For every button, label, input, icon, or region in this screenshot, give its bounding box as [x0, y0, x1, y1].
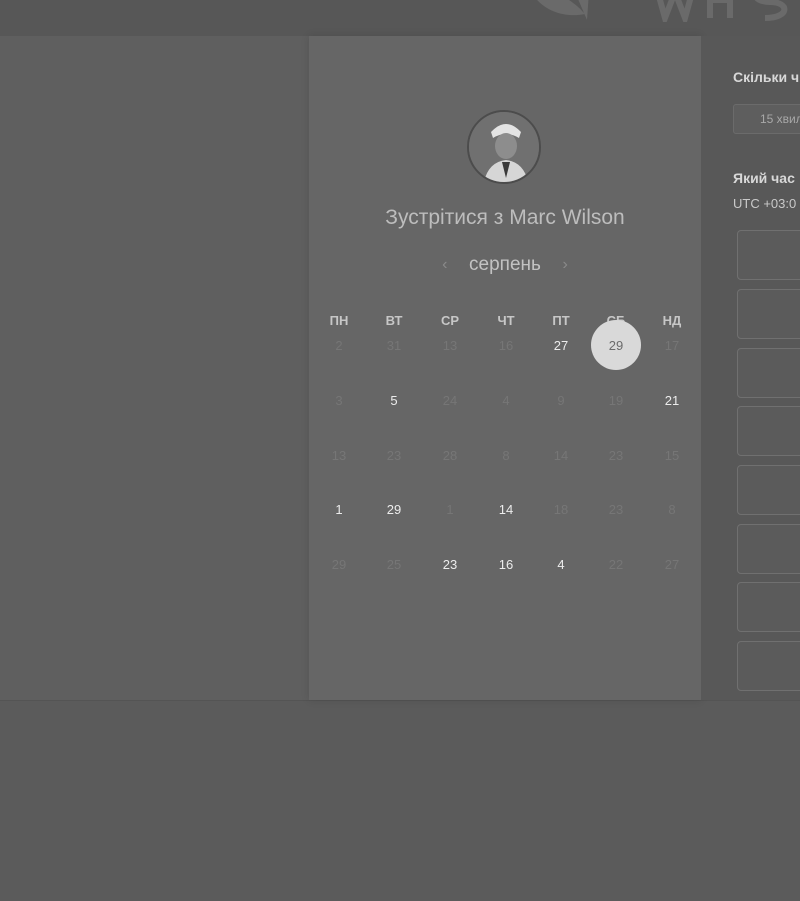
time-selection-panel: Скільки ч 15 хвил Який час UTC +03:0 — [701, 36, 800, 700]
meeting-title-prefix: Зустрітися з — [385, 206, 504, 229]
time-heading: Який час — [733, 170, 795, 186]
next-month-icon[interactable]: › — [554, 256, 576, 274]
calendar-day[interactable]: 14 — [481, 484, 531, 534]
time-slot-button[interactable] — [737, 641, 800, 691]
duration-heading: Скільки ч — [733, 69, 800, 85]
calendar-day: 27 — [664, 556, 680, 572]
calendar-day: 17 — [664, 337, 680, 353]
calendar-day: 13 — [442, 337, 458, 353]
calendar-day[interactable]: 16 — [481, 539, 531, 589]
calendar-day: 4 — [502, 392, 510, 408]
meeting-title: Зустрітися з Marc Wilson — [309, 206, 701, 230]
duration-select[interactable]: 15 хвил — [733, 104, 800, 134]
time-slot-button[interactable] — [737, 348, 800, 398]
time-slot-button[interactable] — [737, 582, 800, 632]
calendar-day: 15 — [664, 447, 680, 463]
month-label: серпень — [469, 254, 541, 275]
host-avatar — [467, 110, 541, 184]
time-slot-button[interactable] — [737, 524, 800, 574]
brand-logo — [537, 0, 788, 22]
calendar-day: 23 — [608, 447, 624, 463]
time-slot-button[interactable] — [737, 465, 800, 515]
calendar-day: 8 — [668, 501, 676, 517]
calendar-day: 22 — [608, 556, 624, 572]
time-slot-button[interactable] — [737, 230, 800, 280]
host-name: Marc Wilson — [509, 206, 625, 229]
calendar-day: 19 — [608, 392, 624, 408]
calendar-day-selected[interactable]: 29 — [591, 320, 641, 370]
calendar-day: 14 — [553, 447, 569, 463]
calendar-day: 18 — [553, 501, 569, 517]
calendar-day: 24 — [442, 392, 458, 408]
calendar-day: 28 — [442, 447, 458, 463]
month-navigation: ‹ серпень › — [309, 254, 701, 280]
timezone-label: UTC +03:0 — [733, 196, 797, 211]
calendar-day: 16 — [498, 337, 514, 353]
calendar-day[interactable]: 23 — [425, 539, 475, 589]
prev-month-icon[interactable]: ‹ — [434, 256, 456, 274]
calendar-day[interactable]: 1 — [314, 484, 364, 534]
calendar-day: 31 — [386, 337, 402, 353]
calendar-day: 23 — [386, 447, 402, 463]
calendar-day[interactable]: 21 — [647, 375, 697, 425]
page-footer-area — [0, 700, 800, 901]
host-photo-image — [469, 112, 539, 182]
calendar-day: 9 — [557, 392, 565, 408]
calendar-day: 13 — [331, 447, 347, 463]
calendar-day: 25 — [386, 556, 402, 572]
time-slot-button[interactable] — [737, 289, 800, 339]
time-slot-button[interactable] — [737, 406, 800, 456]
calendar-day[interactable]: 5 — [369, 375, 419, 425]
calendar-day[interactable]: 4 — [536, 539, 586, 589]
calendar-day: 3 — [335, 392, 343, 408]
booking-card: Зустрітися з Marc Wilson ‹ серпень › ПН В… — [309, 36, 701, 700]
calendar-day: 1 — [446, 501, 454, 517]
calendar-day: 8 — [502, 447, 510, 463]
calendar-day[interactable]: 29 — [369, 484, 419, 534]
calendar-day: 23 — [608, 501, 624, 517]
calendar-day: 29 — [331, 556, 347, 572]
top-bar — [0, 0, 800, 37]
calendar-day[interactable]: 27 — [536, 320, 586, 370]
calendar-day: 2 — [335, 337, 343, 353]
